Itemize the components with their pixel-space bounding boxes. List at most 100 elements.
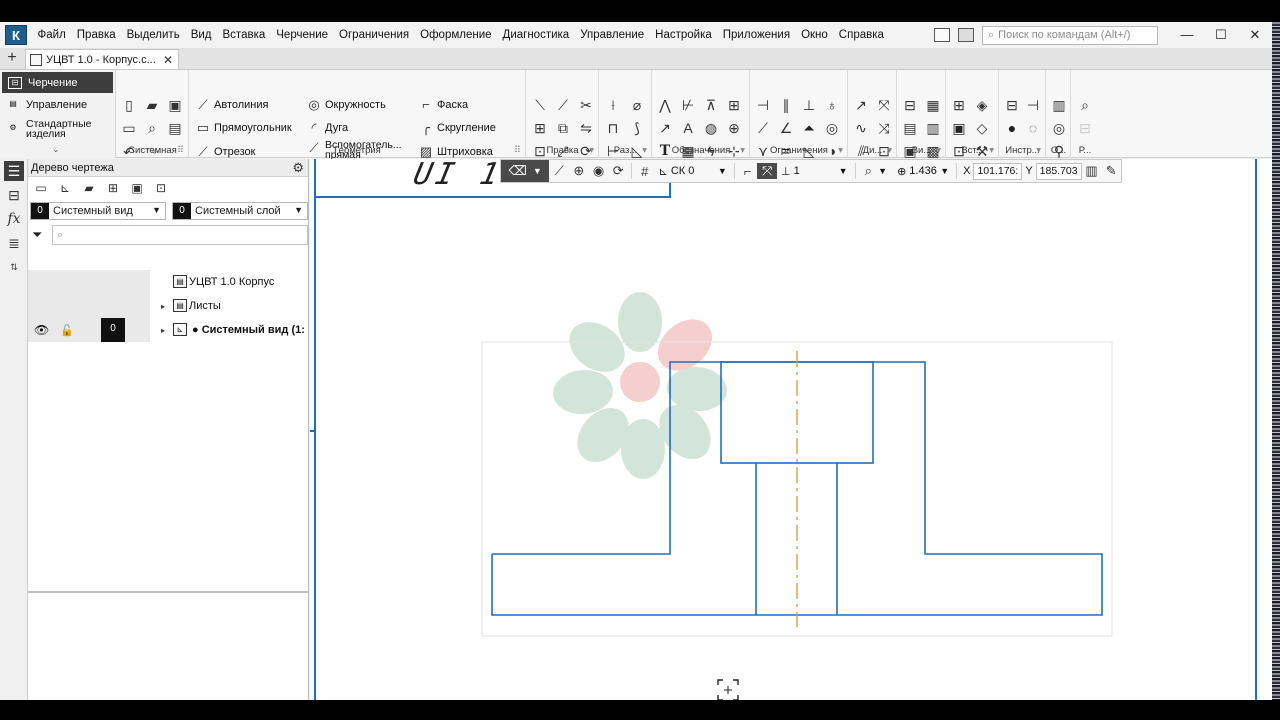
menu-settings[interactable]: Настройка	[650, 22, 718, 48]
rectangle-tool[interactable]: ▭ Прямоугольник	[195, 118, 292, 138]
group-size-dropdown-icon[interactable]: ▾	[642, 144, 647, 158]
parameters-tab-icon[interactable]: ⊟	[4, 185, 24, 205]
maximize-button[interactable]: ☐	[1204, 22, 1238, 48]
refresh-icon[interactable]: ⟳	[608, 163, 628, 179]
x-coordinate-field[interactable]: 101.176:	[973, 162, 1023, 180]
tree-structure-icon[interactable]: ⊞	[104, 180, 122, 196]
group-di-dropdown-icon[interactable]: ▾	[887, 144, 892, 158]
roughness-icon[interactable]: ⊬	[679, 96, 697, 114]
expand-icon[interactable]: ▸	[161, 326, 165, 335]
drawing-tree-tab-icon[interactable]: ☰	[4, 161, 24, 181]
copy-icon[interactable]: ⧉	[554, 119, 572, 137]
screen-mode-icon[interactable]	[958, 28, 974, 42]
angle-constraint-icon[interactable]: ∠	[777, 119, 795, 137]
ortho-icon[interactable]: ⌐	[738, 164, 758, 179]
coordinate-lock-icon[interactable]: ▥	[1082, 163, 1102, 179]
filter-icon[interactable]: ⏷	[32, 227, 48, 243]
lasso-icon[interactable]: ◌	[1024, 119, 1042, 137]
group-constraints-dropdown-icon[interactable]: ▾	[838, 144, 843, 158]
arrow-view-icon[interactable]: ↗	[656, 119, 674, 137]
fix-point-icon[interactable]: ⊣	[754, 96, 772, 114]
detail-view-icon[interactable]: ▥	[924, 119, 942, 137]
tree-view-icon[interactable]: ▭	[32, 180, 50, 196]
diag-curve-icon[interactable]: ∿	[852, 119, 870, 137]
group-insert-dropdown-icon[interactable]: ▾	[989, 144, 994, 158]
eye-icon[interactable]: 👁	[34, 323, 49, 337]
variables-tab-icon[interactable]: fx	[4, 209, 24, 229]
insert-object-icon[interactable]: ◇	[973, 119, 991, 137]
menu-select[interactable]: Выделить	[121, 22, 185, 48]
new-view-icon[interactable]: ⊟	[901, 96, 919, 114]
tree-axes-icon[interactable]: ⊾	[56, 180, 74, 196]
snap-target-icon[interactable]: ⊕	[569, 163, 589, 179]
layers-tab-icon[interactable]: ≣	[4, 233, 24, 253]
menu-formatting[interactable]: Оформление	[415, 22, 497, 48]
expand-icon[interactable]: ▸	[161, 302, 165, 311]
step-select[interactable]: ⊥ 1 ▼	[777, 165, 852, 178]
command-search-input[interactable]: ⌕ Поиск по командам (Alt+/)	[982, 25, 1158, 45]
radius-dim-icon[interactable]: ⟆	[628, 119, 646, 137]
section-view-icon[interactable]: ▤	[901, 119, 919, 137]
menu-management[interactable]: Управление	[575, 22, 650, 48]
layout-toggle-icon[interactable]	[934, 28, 950, 42]
properties-icon[interactable]: ▤	[166, 119, 184, 137]
parallel-icon[interactable]: ∥	[777, 96, 795, 114]
group-designations-dropdown-icon[interactable]: ▾	[740, 144, 745, 158]
object-props-icon[interactable]: ▥	[1050, 96, 1068, 114]
menu-file[interactable]: Файл	[32, 22, 71, 48]
part-drawing[interactable]	[310, 159, 1272, 700]
angle-dim-icon[interactable]: ⊓	[604, 119, 622, 137]
leader-icon[interactable]: ⋀	[656, 96, 674, 114]
tree-image-icon[interactable]: ▣	[128, 180, 146, 196]
break-icon[interactable]: ✂	[577, 96, 595, 114]
visibility-icon[interactable]: ◉	[589, 163, 609, 179]
tolerance-icon[interactable]: ⊞	[725, 96, 743, 114]
linear-dim-icon[interactable]: ⟊	[604, 96, 622, 114]
chevron-down-icon[interactable]: ▼	[878, 166, 887, 176]
minimize-button[interactable]: —	[1170, 22, 1204, 48]
measure-icon[interactable]: ⊟	[1003, 96, 1021, 114]
print-preview-icon[interactable]: ▭	[120, 119, 138, 137]
diag-vector-icon[interactable]: ⤨	[875, 119, 893, 137]
diameter-dim-icon[interactable]: ⌀	[628, 96, 646, 114]
more-modes-chevron-icon[interactable]: ⌄	[52, 144, 60, 155]
close-tab-button[interactable]: ✕	[163, 53, 173, 67]
tree-node-root[interactable]: ▤ УЦВТ 1.0 Корпус	[28, 270, 309, 294]
tree-search-input[interactable]: ⌕	[51, 225, 308, 245]
coordinate-system-select[interactable]: ⊾ СК 0 ▼	[655, 165, 731, 178]
tree-node-sheets[interactable]: ▸ ▤ Листы	[28, 294, 309, 318]
zoom-select[interactable]: ⊕ 1.436 ▼	[893, 165, 953, 178]
insert-fragment-icon[interactable]: ⊞	[950, 96, 968, 114]
sequence-tab-icon[interactable]: ⇅	[4, 257, 24, 277]
position-icon[interactable]: ◍	[702, 119, 720, 137]
trim-icon[interactable]: ⟍	[531, 96, 549, 114]
diag-cross-icon[interactable]: ⤧	[875, 96, 893, 114]
new-tab-button[interactable]: +	[4, 50, 20, 66]
zoom-document-icon[interactable]: ⌕	[143, 119, 161, 137]
grid-step-icon[interactable]: ⟋	[549, 163, 569, 179]
y-coordinate-field[interactable]: 185.703	[1035, 162, 1082, 180]
group-views-dropdown-icon[interactable]: ▾	[936, 144, 941, 158]
menu-help[interactable]: Справка	[833, 22, 889, 48]
view-selector[interactable]: 0 Системный вид ▼	[30, 202, 166, 220]
mode-management[interactable]: ▤ Управление	[0, 93, 115, 116]
menu-edit[interactable]: Правка	[71, 22, 121, 48]
tangent-icon[interactable]: ♁	[823, 96, 841, 114]
insert-image-icon[interactable]: ◈	[973, 96, 991, 114]
circle-tool[interactable]: ◎ Окружность	[306, 95, 385, 115]
center-mark-icon[interactable]: ⊕	[725, 119, 743, 137]
projection-view-icon[interactable]: ▦	[924, 96, 942, 114]
menu-view[interactable]: Вид	[185, 22, 217, 48]
autoline-tool[interactable]: ⟋ Автолиния	[195, 95, 268, 115]
menu-drawing[interactable]: Черчение	[271, 22, 334, 48]
concentric-icon[interactable]: ◎	[823, 119, 841, 137]
menu-insert[interactable]: Вставка	[217, 22, 271, 48]
document-tab[interactable]: УЦВТ 1.0 - Корпус.c... ✕	[25, 49, 179, 69]
section-icon[interactable]: A	[679, 119, 697, 137]
drawing-canvas[interactable]: UI 1 ⌫ ▼ ⟋ ⊕ ◉ ⟳ # ⊾ СК 0 ▼ ⌐ ⤧ ⊥ 1 ▼ ⌕ …	[310, 159, 1272, 700]
bucket-icon[interactable]: ●	[1003, 119, 1021, 137]
report-icon[interactable]: ⌕	[1076, 96, 1094, 114]
new-document-icon[interactable]: ▯	[120, 96, 138, 114]
grid-icon[interactable]: #	[635, 164, 655, 179]
tree-node-system-view[interactable]: 👁 🔓 0 ▸ ⊾ ● Системный вид (1:	[28, 318, 309, 342]
